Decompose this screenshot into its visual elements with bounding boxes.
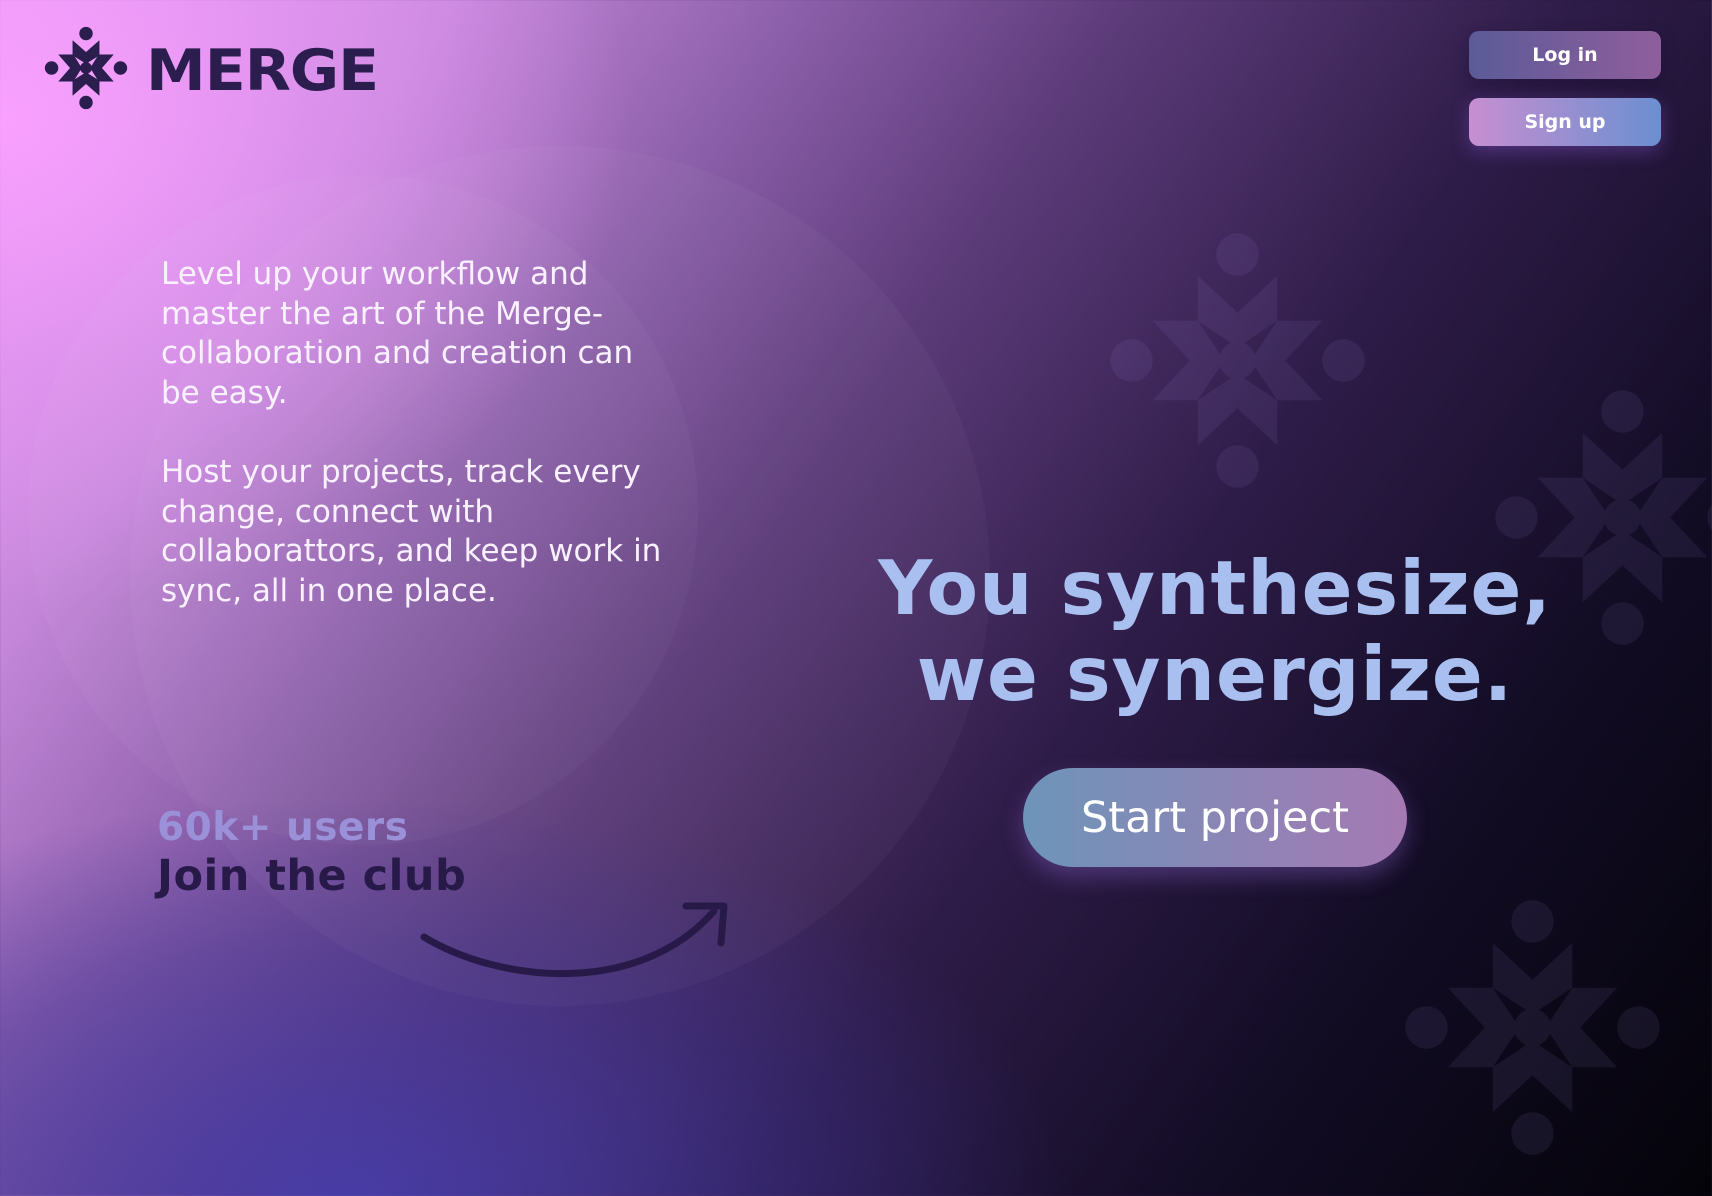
headline-line-1: You synthesize, bbox=[878, 544, 1552, 632]
headline-line-2: we synergize. bbox=[916, 630, 1514, 718]
user-stats: 60k+ users Join the club bbox=[157, 808, 466, 898]
hero-paragraph-1: Level up your workflow and master the ar… bbox=[161, 256, 634, 411]
hero-headline: You synthesize, we synergize. bbox=[815, 545, 1615, 717]
join-club-text: Join the club bbox=[157, 851, 467, 901]
landing-page: MERGE Log in Sign up Level up your workf… bbox=[0, 0, 1712, 1196]
start-project-button[interactable]: Start project bbox=[1023, 768, 1407, 867]
users-count: 60k+ users bbox=[157, 805, 409, 850]
auth-actions: Log in Sign up bbox=[1469, 31, 1661, 146]
merge-logo-icon bbox=[44, 26, 128, 110]
login-button[interactable]: Log in bbox=[1469, 31, 1661, 79]
hero-paragraph-2: Host your projects, track every change, … bbox=[161, 454, 662, 609]
brand-logo[interactable]: MERGE bbox=[44, 26, 379, 110]
brand-name: MERGE bbox=[146, 37, 379, 105]
signup-button[interactable]: Sign up bbox=[1469, 98, 1661, 146]
curved-arrow-icon bbox=[420, 902, 728, 978]
hero-copy: Level up your workflow and master the ar… bbox=[161, 255, 681, 611]
merge-watermark-icon bbox=[1110, 233, 1365, 488]
merge-watermark-icon bbox=[1405, 900, 1660, 1155]
